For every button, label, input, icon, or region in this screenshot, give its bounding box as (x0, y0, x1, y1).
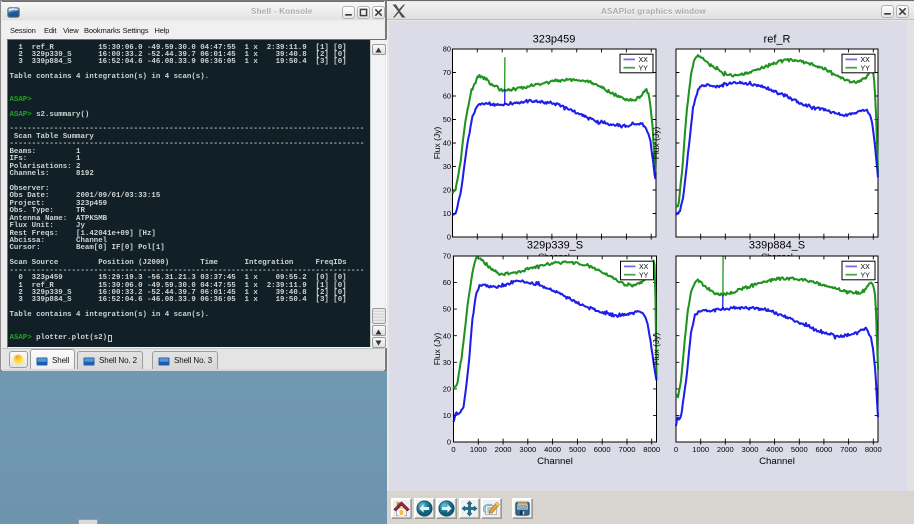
svg-text:XX: XX (639, 57, 649, 64)
svg-text:Flux (Jy): Flux (Jy) (432, 333, 442, 366)
svg-text:YY: YY (861, 65, 871, 72)
svg-text:Channel: Channel (537, 456, 573, 467)
svg-text:329p339_S: 329p339_S (527, 240, 583, 252)
svg-text:3000: 3000 (519, 445, 536, 454)
svg-text:XX: XX (639, 264, 649, 271)
svg-text:30: 30 (443, 162, 451, 171)
svg-text:5000: 5000 (569, 445, 586, 454)
svg-text:20: 20 (443, 385, 451, 394)
svg-text:Flux (Jy): Flux (Jy) (651, 333, 661, 366)
svg-text:Channel: Channel (759, 456, 795, 467)
svg-text:8000: 8000 (865, 445, 882, 454)
svg-text:0: 0 (447, 438, 451, 447)
svg-text:ref_R: ref_R (764, 34, 791, 46)
svg-text:3000: 3000 (742, 445, 759, 454)
svg-text:323p459: 323p459 (533, 34, 576, 46)
svg-text:10: 10 (443, 411, 451, 420)
svg-text:4000: 4000 (766, 445, 783, 454)
svg-text:0: 0 (674, 445, 678, 454)
svg-text:50: 50 (443, 115, 451, 124)
svg-text:1000: 1000 (470, 445, 487, 454)
svg-text:80: 80 (443, 45, 451, 54)
svg-text:0: 0 (451, 445, 455, 454)
svg-text:10: 10 (443, 209, 451, 218)
svg-text:2000: 2000 (495, 445, 512, 454)
svg-text:70: 70 (443, 252, 451, 261)
svg-text:20: 20 (443, 186, 451, 195)
svg-text:60: 60 (443, 92, 451, 101)
svg-text:40: 40 (443, 331, 451, 340)
svg-text:7000: 7000 (619, 445, 636, 454)
svg-text:2000: 2000 (717, 445, 734, 454)
svg-text:30: 30 (443, 358, 451, 367)
svg-text:6000: 6000 (594, 445, 611, 454)
svg-text:5000: 5000 (791, 445, 808, 454)
svg-text:XX: XX (861, 264, 871, 271)
svg-text:XX: XX (861, 57, 871, 64)
svg-text:Flux (Jy): Flux (Jy) (651, 127, 661, 160)
svg-text:50: 50 (443, 305, 451, 314)
svg-text:YY: YY (861, 272, 871, 279)
svg-text:Flux (Jy): Flux (Jy) (432, 127, 442, 160)
svg-text:70: 70 (443, 68, 451, 77)
svg-text:40: 40 (443, 139, 451, 148)
svg-text:YY: YY (639, 272, 649, 279)
svg-text:0: 0 (447, 233, 451, 242)
svg-text:339p884_S: 339p884_S (749, 240, 805, 252)
svg-text:4000: 4000 (544, 445, 561, 454)
svg-text:6000: 6000 (815, 445, 832, 454)
svg-text:YY: YY (639, 65, 649, 72)
svg-text:7000: 7000 (840, 445, 857, 454)
svg-text:60: 60 (443, 278, 451, 287)
svg-text:8000: 8000 (643, 445, 660, 454)
svg-text:1000: 1000 (692, 445, 709, 454)
